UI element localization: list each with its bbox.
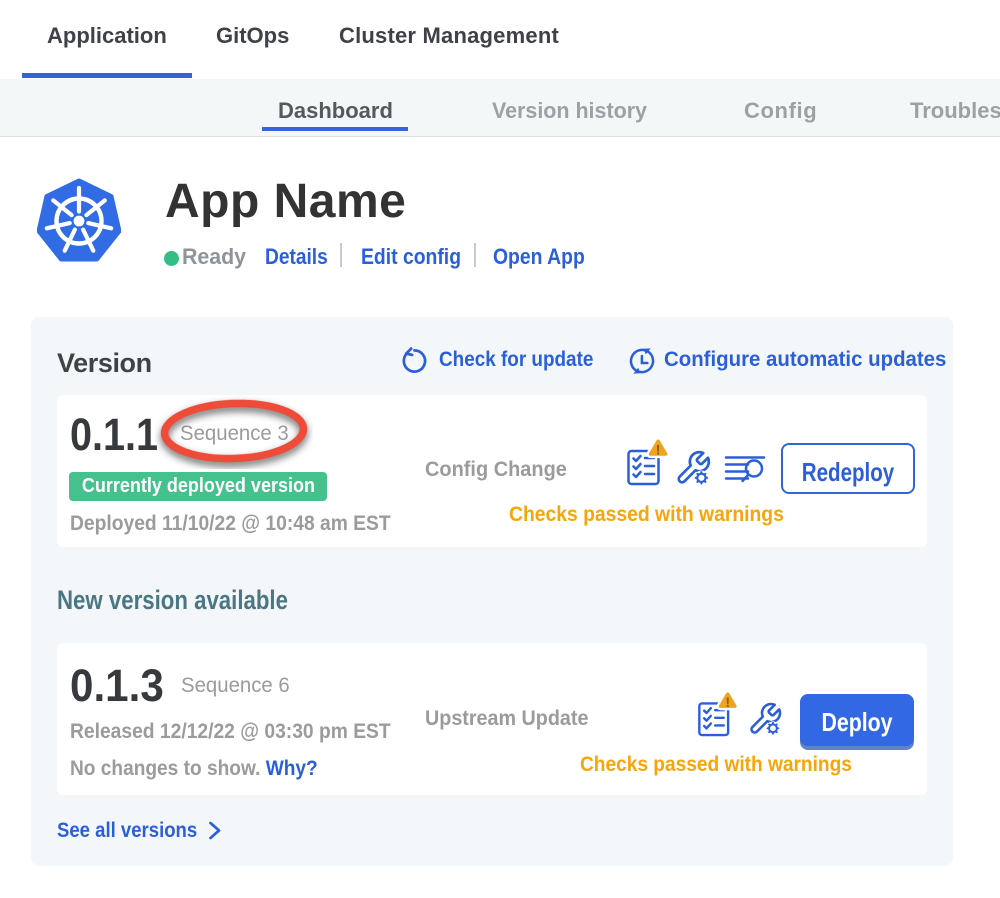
svg-text:!: ! (726, 695, 730, 710)
svg-text:!: ! (656, 442, 661, 458)
